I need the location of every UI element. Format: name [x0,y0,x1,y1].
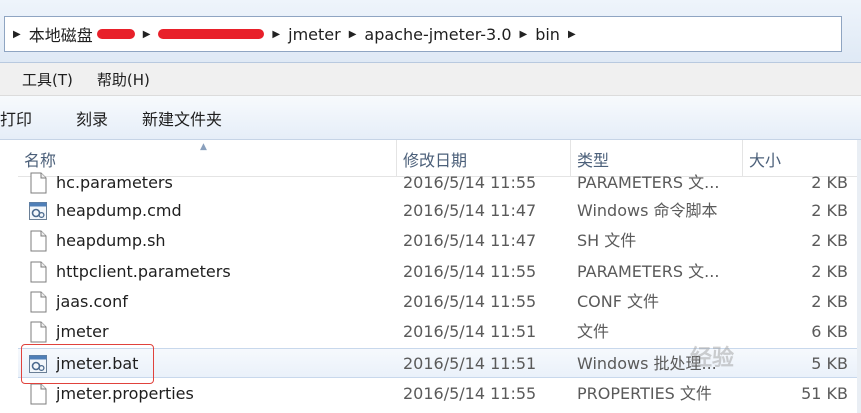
file-icon [28,172,48,194]
address-bar-area: ▶ 本地磁盘 ▶ ▶ jmeter ▶ apache-jmeter-3.0 ▶ … [0,0,861,63]
file-row[interactable]: heapdump.cmd 2016/5/14 11:47 Windows 命令脚本 2… [18,196,861,226]
file-type: CONF 文件 [577,292,660,311]
breadcrumb-local-disk[interactable]: 本地磁盘 [29,22,93,46]
file-date: 2016/5/14 11:55 [403,173,537,192]
file-icon [28,291,48,313]
script-icon [28,200,48,222]
breadcrumb-jmeter[interactable]: jmeter [288,25,341,44]
file-date: 2016/5/14 11:51 [403,322,537,341]
chevron-right-icon[interactable]: ▶ [13,29,21,40]
file-icon [28,230,48,252]
command-toolbar: 打印 刻录 新建文件夹 [0,96,861,140]
chevron-right-icon[interactable]: ▶ [568,29,576,40]
chevron-right-icon[interactable]: ▶ [272,29,280,40]
menu-bar: 工具(T) 帮助(H) [0,63,861,96]
menu-tools[interactable]: 工具(T) [22,69,73,90]
file-date: 2016/5/14 11:55 [403,384,537,403]
file-type: PARAMETERS 文... [577,262,720,281]
breadcrumb-apache-jmeter[interactable]: apache-jmeter-3.0 [364,25,511,44]
file-row[interactable]: jaas.conf 2016/5/14 11:55 CONF 文件 2 KB [18,287,861,317]
file-date: 2016/5/14 11:55 [403,292,537,311]
file-date: 2016/5/14 11:47 [403,201,537,220]
file-row[interactable]: heapdump.sh 2016/5/14 11:47 SH 文件 2 KB [18,226,861,256]
file-name: hc.parameters [56,173,173,192]
file-icon [28,261,48,283]
file-size: 2 KB [811,173,848,192]
redaction-mark [158,29,265,39]
file-date: 2016/5/14 11:55 [403,262,537,281]
file-name: httpclient.parameters [56,262,231,281]
menu-help[interactable]: 帮助(H) [97,69,150,90]
print-button[interactable]: 打印 [0,106,32,130]
address-bar[interactable]: ▶ 本地磁盘 ▶ ▶ jmeter ▶ apache-jmeter-3.0 ▶ … [4,16,842,52]
file-type: PARAMETERS 文... [577,173,720,192]
file-date: 2016/5/14 11:51 [403,354,537,373]
file-size: 2 KB [811,292,848,311]
burn-button[interactable]: 刻录 [76,106,108,130]
file-date: 2016/5/14 11:47 [403,231,537,250]
file-name: jaas.conf [56,292,128,311]
file-icon [28,321,48,343]
chevron-right-icon[interactable]: ▶ [143,29,151,40]
file-name: heapdump.cmd [56,201,182,220]
file-name: jmeter [56,322,109,341]
file-name: heapdump.sh [56,231,166,250]
new-folder-button[interactable]: 新建文件夹 [142,106,222,130]
file-icon [28,383,48,405]
file-type: Windows 命令脚本 [577,201,718,220]
file-row[interactable]: httpclient.parameters 2016/5/14 11:55 PARA… [18,257,861,287]
file-size: 51 KB [801,384,848,403]
file-type: PROPERTIES 文件 [577,384,712,403]
highlight-annotation [21,344,154,384]
file-size: 2 KB [811,231,848,250]
chevron-right-icon[interactable]: ▶ [349,29,357,40]
breadcrumb-bin[interactable]: bin [535,25,560,44]
file-type: SH 文件 [577,231,637,250]
vertical-scrollbar[interactable] [857,140,861,413]
file-size: 2 KB [811,262,848,281]
watermark-text: 经验 [690,346,735,371]
chevron-right-icon[interactable]: ▶ [520,29,528,40]
file-size: 2 KB [811,201,848,220]
file-row[interactable]: hc.parameters 2016/5/14 11:55 PARAMETERS 文… [18,168,861,198]
redaction-mark [96,29,135,39]
